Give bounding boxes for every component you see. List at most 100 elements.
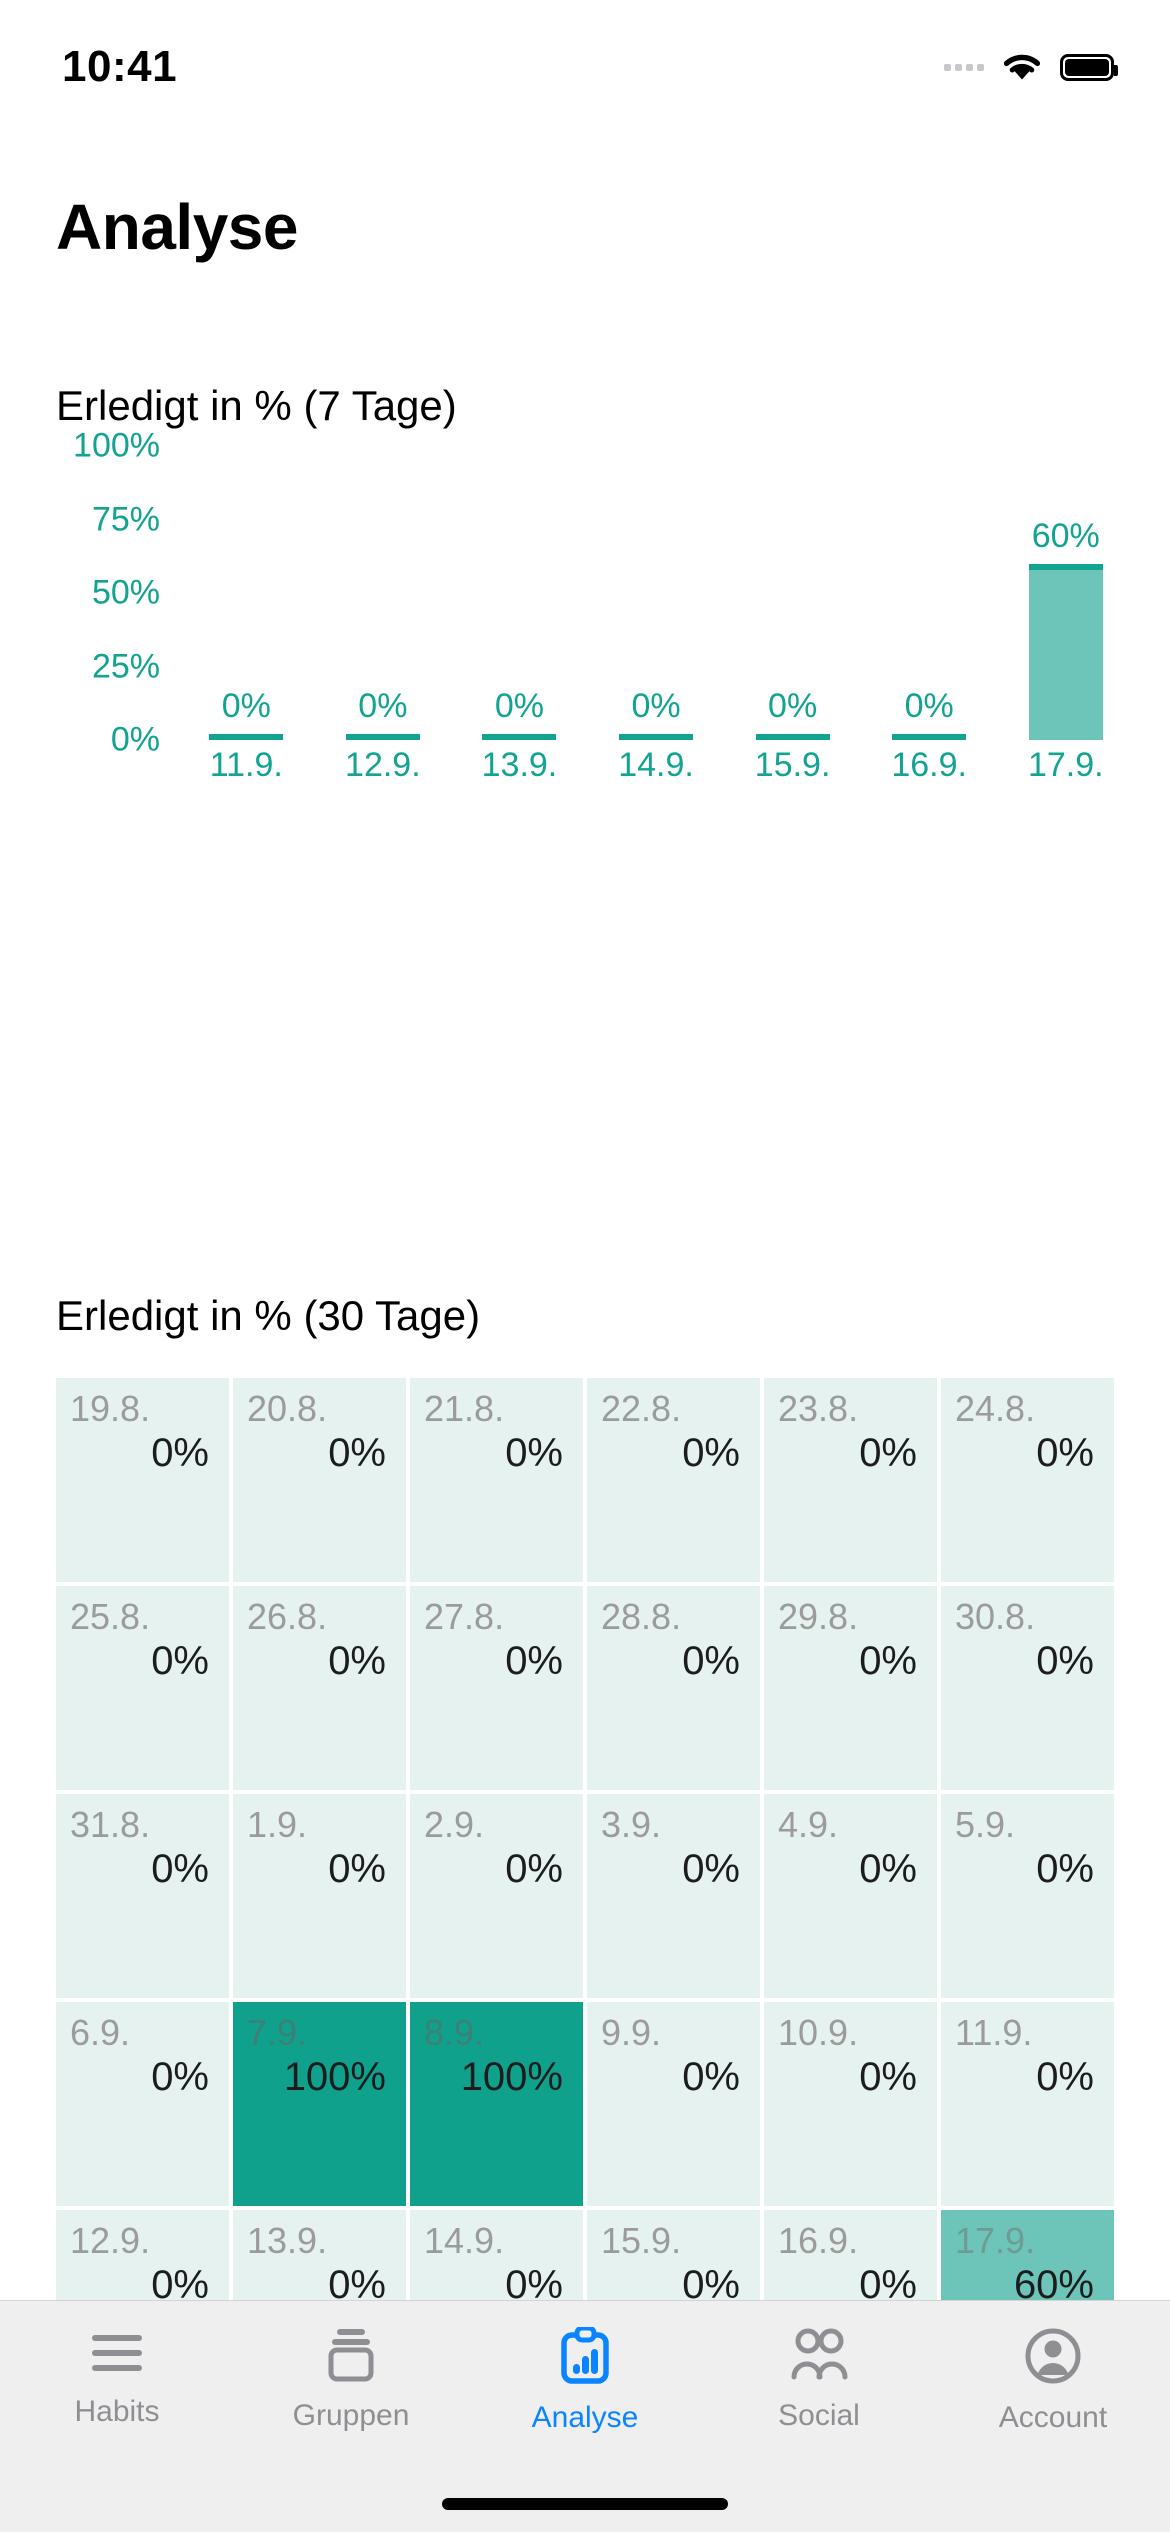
heatmap-cell-date: 29.8. (778, 1596, 859, 1637)
heatmap-cell[interactable]: 7.9. 100% (233, 2002, 406, 2206)
heatmap-cell-date: 3.9. (601, 1804, 662, 1845)
heatmap-cell-value: 0% (1036, 1638, 1094, 1683)
heatmap-cell[interactable]: 26.8. 0% (233, 1586, 406, 1790)
heatmap-cell-date: 8.9. (424, 2012, 485, 2053)
chart-plot-area: 0% 0% 0% 0% 0% 0% 60% (178, 446, 1134, 740)
heatmap-cell[interactable]: 4.9. 0% (764, 1794, 937, 1998)
heatmap-cell[interactable]: 20.8. 0% (233, 1378, 406, 1582)
heatmap-cell-date: 17.9. (955, 2220, 1036, 2261)
chart-y-axis: 0% 25% 50% 75% 100% (0, 427, 160, 759)
heatmap-cell-date: 4.9. (778, 1804, 839, 1845)
bar-column[interactable]: 0% (451, 446, 588, 740)
bar-value-label: 0% (494, 687, 545, 725)
chart-y-tick: 0% (110, 720, 160, 759)
heatmap-cell[interactable]: 6.9. 0% (56, 2002, 229, 2206)
chart-y-tick: 50% (91, 573, 160, 612)
home-indicator (442, 2498, 728, 2510)
heatmap-cell[interactable]: 21.8. 0% (410, 1378, 583, 1582)
status-time: 10:41 (62, 42, 178, 91)
battery-full-icon (1060, 53, 1118, 81)
heatmap-cell-date: 22.8. (601, 1388, 682, 1429)
tab-label: Gruppen (292, 2399, 410, 2432)
heatmap-cell-date: 26.8. (247, 1596, 328, 1637)
chart-x-tick: 14.9. (618, 746, 694, 784)
chart-x-axis: 11.9. 12.9. 13.9. 14.9. 15.9. 16.9. 17.9. (178, 746, 1134, 785)
monthly-heatmap-grid: 19.8. 0% 20.8. 0% 21.8. 0% 22.8. 0% 23.8. 0% 24.8.… (56, 1378, 1114, 2414)
status-indicators (944, 51, 1118, 83)
heatmap-cell-date: 31.8. (70, 1804, 151, 1845)
bar-column[interactable]: 0% (315, 446, 452, 740)
bar-value-label: 0% (904, 687, 954, 725)
heatmap-cell[interactable]: 3.9. 0% (587, 1794, 760, 1998)
signal-dots-icon (944, 63, 984, 71)
heatmap-cell-value: 0% (1036, 1846, 1094, 1891)
tab-account[interactable]: Account (936, 2327, 1170, 2435)
heatmap-cell-date: 15.9. (601, 2220, 682, 2261)
bar-column[interactable]: 60% (997, 446, 1134, 740)
heatmap-cell-value: 0% (1036, 2054, 1094, 2099)
wifi-icon (1001, 51, 1043, 83)
heatmap-cell-value: 0% (859, 2054, 917, 2099)
bar-column[interactable]: 0% (178, 446, 315, 740)
heatmap-cell-date: 27.8. (424, 1596, 505, 1637)
heatmap-cell[interactable]: 31.8. 0% (56, 1794, 229, 1998)
heatmap-cell[interactable]: 1.9. 0% (233, 1794, 406, 1998)
bar-column[interactable]: 0% (588, 446, 725, 740)
heatmap-cell[interactable]: 29.8. 0% (764, 1586, 937, 1790)
heatmap-cell-date: 10.9. (778, 2012, 859, 2053)
heatmap-cell[interactable]: 8.9. 100% (410, 2002, 583, 2206)
heatmap-cell[interactable]: 25.8. 0% (56, 1586, 229, 1790)
bar-rect (1028, 564, 1103, 740)
bar-rect (345, 734, 420, 740)
chart-y-tick: 25% (91, 647, 160, 685)
tab-habits[interactable]: Habits (0, 2327, 234, 2429)
bar-rect (619, 734, 694, 740)
heatmap-cell-date: 14.9. (424, 2220, 505, 2261)
heatmap-cell-date: 2.9. (424, 1804, 485, 1845)
heatmap-cell-date: 19.8. (70, 1388, 151, 1429)
heatmap-cell[interactable]: 28.8. 0% (587, 1586, 760, 1790)
heatmap-cell[interactable]: 10.9. 0% (764, 2002, 937, 2206)
heatmap-cell-value: 0% (328, 1430, 386, 1475)
heatmap-cell[interactable]: 22.8. 0% (587, 1378, 760, 1582)
heatmap-cell[interactable]: 30.8. 0% (941, 1586, 1114, 1790)
heatmap-cell-date: 1.9. (247, 1804, 308, 1845)
heatmap-cell-value: 0% (328, 1638, 386, 1683)
heatmap-cell-value: 0% (328, 1846, 386, 1891)
heatmap-cell[interactable]: 2.9. 0% (410, 1794, 583, 1998)
heatmap-cell-value: 100% (460, 2054, 563, 2099)
status-bar: 10:41 (0, 0, 1170, 120)
heatmap-cell[interactable]: 5.9. 0% (941, 1794, 1114, 1998)
chart-x-tick: 16.9. (891, 746, 967, 784)
heatmap-cell[interactable]: 24.8. 0% (941, 1378, 1114, 1582)
bar-value-label: 0% (768, 687, 818, 725)
person-circle-icon (1024, 2327, 1082, 2385)
heatmap-cell-value: 0% (1036, 1430, 1094, 1475)
heatmap-cell[interactable]: 11.9. 0% (941, 2002, 1114, 2206)
tab-gruppen[interactable]: Gruppen (234, 2327, 468, 2433)
chart-x-tick: 12.9. (345, 746, 421, 784)
heatmap-cell-date: 20.8. (247, 1388, 328, 1429)
chart-x-tick: 17.9. (1027, 746, 1104, 784)
heatmap-cell[interactable]: 9.9. 0% (587, 2002, 760, 2206)
bar-column[interactable]: 0% (861, 446, 998, 740)
heatmap-cell-value: 0% (682, 1846, 740, 1891)
heatmap-cell-date: 24.8. (955, 1388, 1036, 1429)
heatmap-cell-date: 5.9. (955, 1804, 1016, 1845)
heatmap-cell[interactable]: 23.8. 0% (764, 1378, 937, 1582)
heatmap-cell-value: 0% (151, 1430, 209, 1475)
heatmap-cell-date: 23.8. (778, 1388, 859, 1429)
heatmap-cell-value: 0% (505, 1638, 563, 1683)
people-group-icon (788, 2327, 850, 2383)
heatmap-cell-value: 0% (682, 1430, 740, 1475)
heatmap-cell-value: 0% (682, 1638, 740, 1683)
tab-social[interactable]: Social (702, 2327, 936, 2433)
bar-value-label: 0% (358, 687, 408, 725)
heatmap-cell[interactable]: 27.8. 0% (410, 1586, 583, 1790)
heatmap-cell[interactable]: 19.8. 0% (56, 1378, 229, 1582)
bar-column[interactable]: 0% (724, 446, 861, 740)
heatmap-cell-date: 28.8. (601, 1596, 682, 1637)
tab-analyse[interactable]: Analyse (468, 2327, 702, 2435)
heatmap-cell-value: 0% (859, 1846, 917, 1891)
chart-y-tick: 75% (91, 500, 160, 538)
